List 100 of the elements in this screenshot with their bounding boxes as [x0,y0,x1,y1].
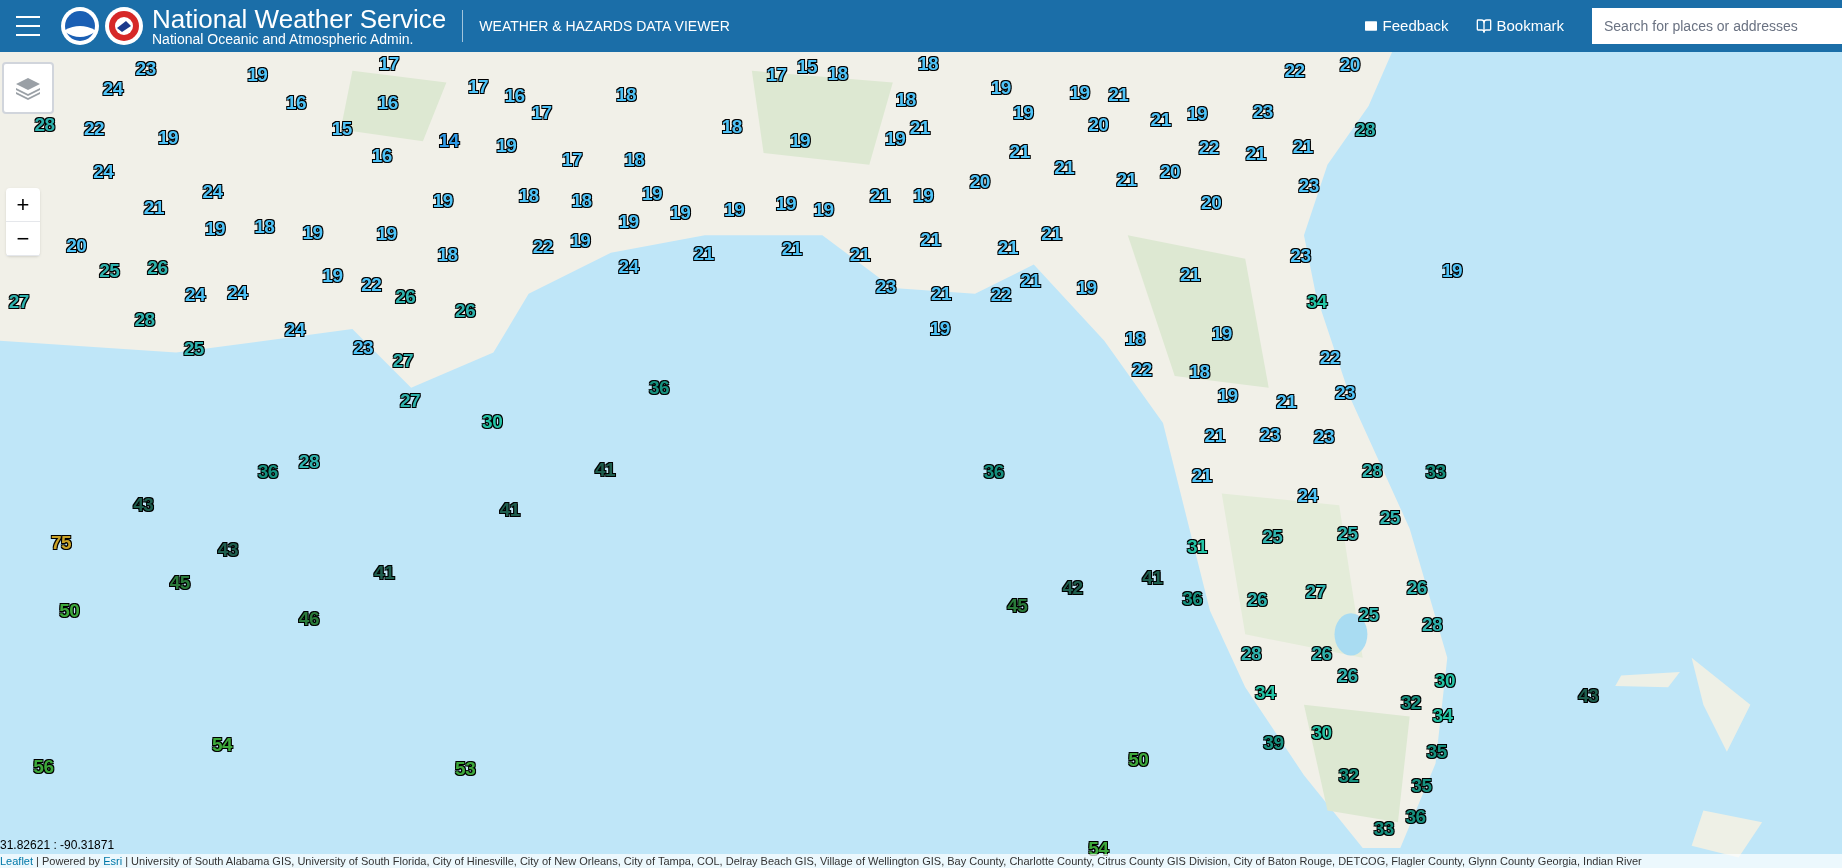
temperature-marker: 24 [184,284,206,304]
temperature-marker: 36 [257,461,278,481]
zoom-in-button[interactable]: + [6,188,40,222]
temperature-marker: 21 [1276,391,1297,411]
temperature-marker: 17 [766,64,787,84]
temperature-marker: 15 [796,56,818,76]
temperature-marker: 41 [594,459,616,479]
temperature-marker: 22 [990,284,1011,304]
temperature-marker: 19 [775,193,796,213]
temperature-marker: 21 [909,117,930,137]
temperature-marker: 19 [322,265,343,285]
temperature-marker: 25 [1379,507,1400,527]
temperature-marker: 56 [33,756,54,776]
temperature-marker: 18 [1124,328,1145,348]
temperature-marker: 24 [618,256,639,276]
temperature-marker: 19 [1217,385,1238,405]
temperature-marker: 21 [1108,84,1129,104]
temperature-marker: 18 [254,216,275,236]
temperature-marker: 21 [781,238,802,258]
temperature-marker: 22 [1131,359,1152,379]
temperature-marker: 43 [133,494,154,514]
temperature-marker: 26 [1337,665,1358,685]
temperature-marker: 33 [1373,818,1394,838]
temperature-marker: 19 [1013,102,1034,122]
temperature-marker: 34 [1432,705,1453,725]
menu-icon[interactable] [16,16,40,36]
search-field[interactable]: Search for places or addresses [1592,8,1842,44]
temperature-marker: 21 [1204,425,1225,445]
temperature-marker: 28 [1354,120,1376,139]
temperature-marker: 19 [641,183,663,203]
leaflet-link[interactable]: Leaflet [0,855,34,867]
temperature-marker: 19 [204,218,226,238]
temperature-marker: 22 [361,274,382,294]
temperature-marker: 43 [1578,685,1599,705]
temperature-marker: 18 [616,84,637,104]
temperature-marker: 54 [1088,838,1109,858]
temperature-marker: 18 [895,89,916,109]
temperature-marker: 20 [969,171,990,191]
temperature-marker: 75 [51,532,72,552]
temperature-marker: 33 [1425,461,1446,481]
temperature-marker: 21 [143,197,164,217]
temperature-marker: 21 [693,243,714,263]
temperature-marker: 20 [1201,192,1222,212]
temperature-marker: 18 [917,53,939,73]
bookmark-link[interactable]: Bookmark [1476,14,1564,38]
layers-button[interactable] [2,62,54,114]
attribution-sources: | University of South Alabama GIS, University of South Florida, City of Hinesville, City of New Orleans, City of Tampa, COL, Delray Beach GIS, Village of Wellington GIS, Bay County, Charlotte County, Citrus County GIS Division, City of Baton Rouge, DETCOG, Flagler County, Glynn County Georgia, Indian River [124,855,1642,867]
temperature-marker: 17 [531,102,552,122]
temperature-marker: 16 [371,145,392,165]
temperature-marker: 21 [997,237,1018,257]
temperature-marker: 25 [1358,604,1379,624]
temperature-marker: 26 [1246,589,1268,609]
temperature-marker: 20 [1088,114,1109,134]
zoom-out-button[interactable]: − [6,222,40,256]
temperature-marker: 21 [849,244,870,264]
temperature-marker: 16 [504,85,525,105]
temperature-marker: 21 [1191,465,1212,485]
cursor-coordinates: 31.82621 : -90.31871 [0,837,115,854]
temperature-marker: 24 [102,78,123,98]
temperature-marker: 16 [285,93,307,112]
temperature-marker: 19 [1186,103,1208,123]
temperature-marker: 27 [399,390,421,410]
temperature-marker: 32 [1338,765,1359,785]
temperature-marker: 23 [1298,175,1319,195]
temperature-marker: 19 [376,223,397,243]
temperature-marker: 19 [157,127,179,147]
temperature-marker: 23 [875,276,896,296]
temperature-marker: 23 [1259,424,1280,444]
temperature-marker: 19 [990,77,1011,97]
temperature-marker: 19 [724,199,745,219]
temperature-marker: 23 [1290,245,1311,265]
temperature-marker: 19 [789,130,811,150]
temperature-marker: 22 [83,118,105,138]
temperature-marker: 24 [93,161,114,181]
powered-by-text: | Powered by [35,855,102,867]
temperature-marker: 21 [1150,109,1171,129]
temperature-marker: 28 [134,309,155,328]
temperature-marker: 21 [1179,264,1201,284]
temperature-marker: 50 [1128,749,1149,769]
temperature-marker: 21 [1245,143,1266,163]
weather-seal-icon [104,6,144,46]
temperature-marker: 36 [1405,806,1426,826]
temperature-marker: 22 [1319,347,1340,367]
esri-link[interactable]: Esri [103,855,123,867]
temperature-marker: 20 [1339,54,1360,74]
temperature-marker: 30 [1311,722,1332,742]
temperature-marker: 26 [1406,577,1427,597]
temperature-marker: 19 [1076,277,1097,297]
temperature-marker: 41 [374,562,395,582]
temperature-marker: 30 [482,411,503,431]
temperature-marker: 21 [1020,270,1041,290]
temperature-marker: 32 [1400,692,1421,712]
temperature-marker: 45 [1007,595,1028,615]
feedback-link[interactable]: Feedback [1362,14,1449,38]
temperature-marker: 19 [670,202,691,222]
temperature-marker: 17 [378,53,399,73]
temperature-marker: 18 [827,63,848,83]
temperature-marker: 26 [147,257,168,277]
temperature-marker: 35 [1411,775,1432,795]
temperature-marker: 27 [392,350,414,370]
